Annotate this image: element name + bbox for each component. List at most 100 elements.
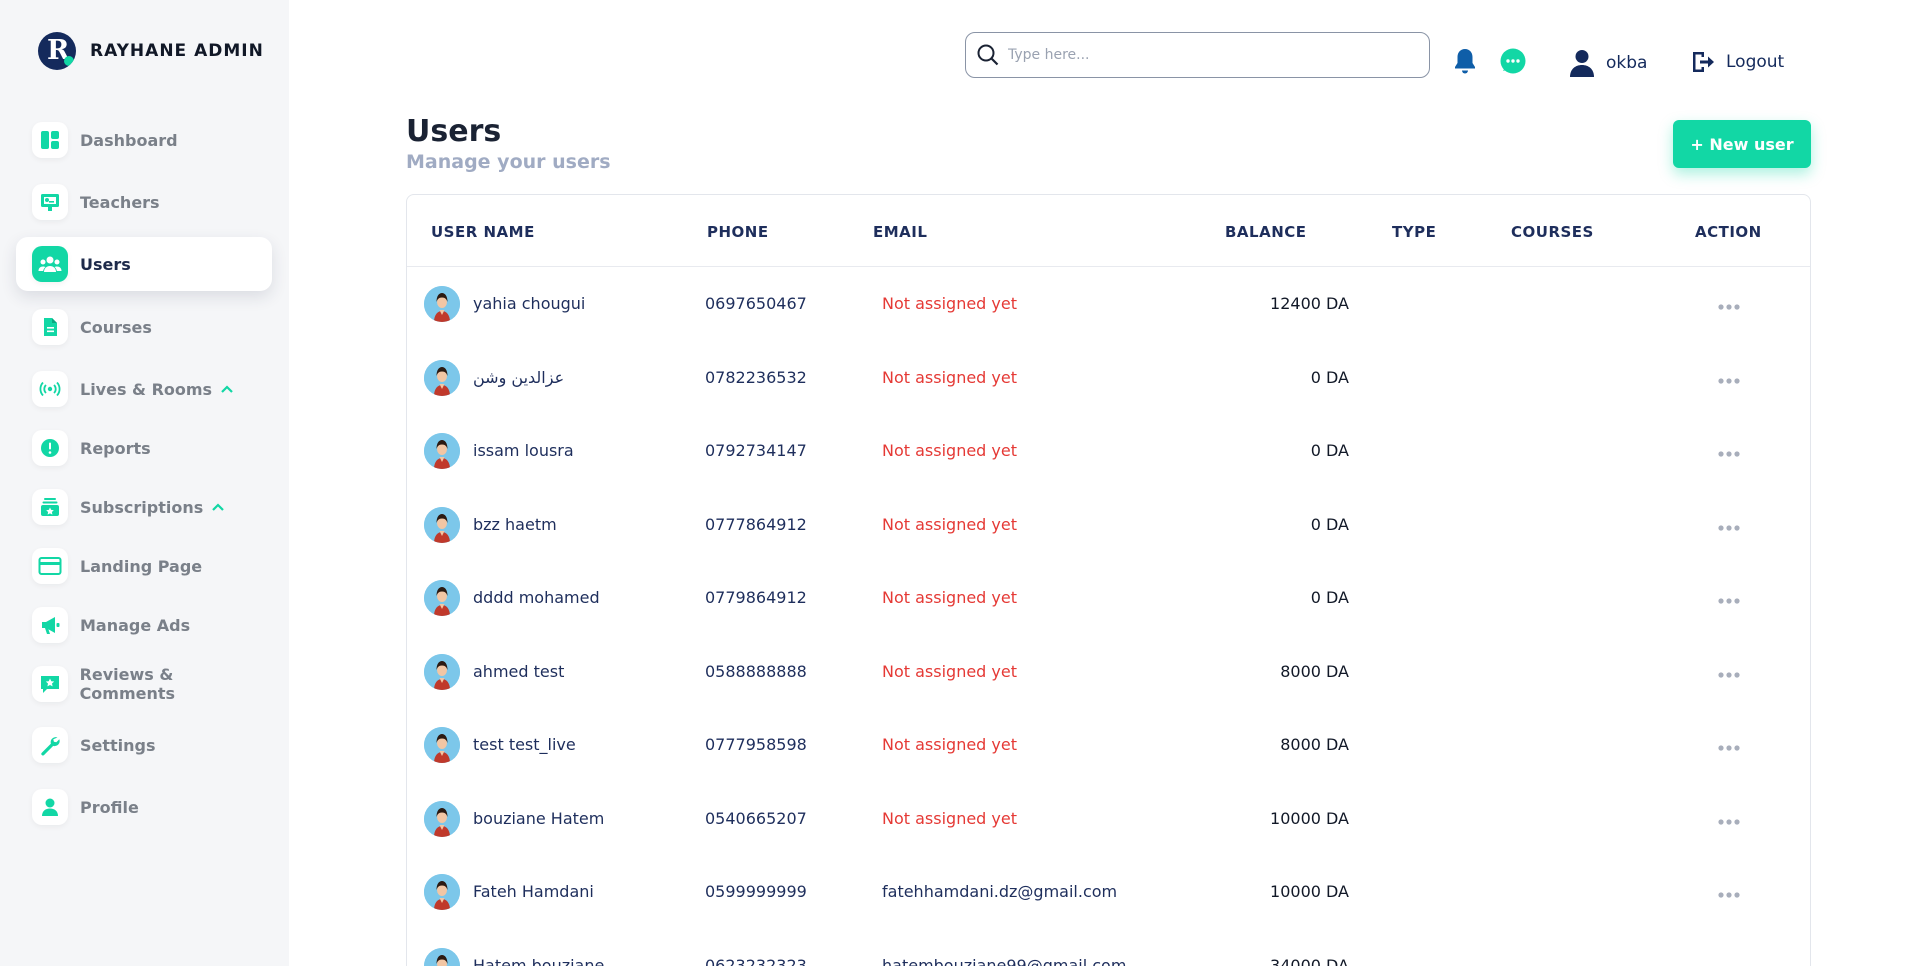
logout-label: Logout	[1726, 52, 1785, 72]
table-row[interactable]: issam lousra 0792734147 Not assigned yet 0 …	[407, 415, 1810, 487]
user-name-cell[interactable]: yahia chougui	[473, 294, 585, 313]
table-row[interactable]: bouziane Hatem 0540665207 Not assigned yet…	[407, 783, 1810, 855]
table-row[interactable]: عزالدين وشن 0782236532 Not assigned yet 0 D…	[407, 342, 1810, 414]
table-row[interactable]: test test_live 0777958598 Not assigned yet…	[407, 709, 1810, 781]
chat-bubble-icon[interactable]	[1499, 47, 1527, 75]
user-name-cell[interactable]: Hatem bouziane	[473, 956, 604, 966]
phone-cell: 0792734147	[705, 441, 807, 460]
brand-logo: R	[38, 32, 76, 70]
sidebar-item-label: Reviews & Comments	[79, 665, 176, 703]
column-header-phone[interactable]: PHONE	[707, 223, 769, 241]
avatar	[424, 286, 460, 322]
avatar	[424, 653, 460, 690]
sidebar-item-reports[interactable]: Reports	[16, 421, 272, 475]
search-input[interactable]	[1008, 47, 1408, 63]
more-actions-icon[interactable]	[1717, 296, 1741, 315]
sidebar-item-teachers[interactable]: Teachers	[16, 175, 272, 229]
logout-icon	[1693, 52, 1714, 72]
sidebar-item-profile[interactable]: Profile	[16, 780, 272, 834]
table-row[interactable]: yahia chougui 0697650467 Not assigned yet 1…	[407, 268, 1810, 340]
email-cell: Not assigned yet	[882, 514, 1018, 534]
sidebar-item-manage-ads[interactable]: Manage Ads	[16, 598, 272, 652]
sidebar-item-reviews-comments[interactable]: Reviews & Comments	[16, 657, 272, 711]
balance-cell: 8000 DA	[1280, 661, 1349, 681]
new-user-button[interactable]: + New user	[1673, 120, 1811, 168]
phone-cell: 0599999999	[705, 882, 807, 901]
logout-button[interactable]: Logout	[1690, 49, 1784, 75]
sidebar-item-label: Settings	[80, 735, 156, 755]
balance-cell: 12400 DA	[1270, 294, 1349, 313]
more-actions-icon[interactable]	[1717, 664, 1741, 683]
user-name-cell[interactable]: issam lousra	[473, 441, 574, 460]
sidebar-item-dashboard[interactable]: Dashboard	[16, 113, 272, 167]
user-icon	[1570, 50, 1594, 77]
user-name-cell[interactable]: Fateh Hamdani	[473, 882, 594, 901]
sidebar-item-label: Dashboard	[80, 130, 178, 150]
user-name-cell[interactable]: bouziane Hatem	[473, 809, 604, 828]
sidebar-item-label: Users	[80, 254, 131, 274]
sidebar-item-users[interactable]: Users	[16, 237, 272, 291]
avatar	[424, 727, 460, 763]
table-row[interactable]: ahmed test 0588888888 Not assigned yet 8000…	[407, 636, 1810, 708]
chevron-up-icon[interactable]	[220, 384, 234, 394]
comment-star-icon	[32, 666, 68, 702]
avatar	[424, 506, 460, 543]
document-icon	[32, 309, 68, 345]
sidebar-item-courses[interactable]: Courses	[16, 300, 272, 354]
user-name-cell[interactable]: dddd mohamed	[473, 588, 600, 607]
broadcast-icon	[32, 371, 68, 407]
more-actions-icon[interactable]	[1717, 811, 1741, 830]
email-cell: Not assigned yet	[882, 294, 1018, 313]
column-header-courses[interactable]: COURSES	[1511, 223, 1594, 241]
user-name-cell[interactable]: ahmed test	[473, 662, 564, 681]
sidebar-item-lives-rooms[interactable]: Lives & Rooms	[16, 362, 272, 416]
column-header-type[interactable]: TYPE	[1392, 223, 1436, 241]
balance-cell: 0 DA	[1310, 441, 1349, 460]
sidebar-item-settings[interactable]: Settings	[16, 718, 272, 772]
table-row[interactable]: Hatem bouziane 0623232323 hatembouziane99@…	[407, 930, 1810, 966]
balance-cell: 8000 DA	[1280, 735, 1349, 754]
brand-name: RAYHANE ADMIN	[90, 41, 264, 61]
sidebar-item-subscriptions[interactable]: Subscriptions	[16, 480, 272, 534]
notification-bell-icon[interactable]	[1452, 47, 1478, 75]
column-header-action: ACTION	[1695, 223, 1762, 241]
balance-cell: 0 DA	[1310, 588, 1349, 607]
user-name-cell[interactable]: bzz haetm	[473, 515, 557, 534]
column-header-user-name[interactable]: USER NAME	[431, 223, 535, 241]
email-cell: Not assigned yet	[882, 588, 1018, 607]
phone-cell: 0777958598	[705, 735, 807, 754]
balance-cell: 34000 DA	[1270, 955, 1349, 966]
more-actions-icon[interactable]	[1717, 370, 1741, 389]
table-row[interactable]: Fateh Hamdani 0599999999 fatehhamdani.dz@g…	[407, 856, 1810, 928]
column-header-balance[interactable]: BALANCE	[1225, 223, 1307, 241]
phone-cell: 0782236532	[705, 367, 807, 387]
subscription-icon	[32, 489, 68, 525]
users-group-icon	[32, 246, 68, 282]
more-actions-icon[interactable]	[1717, 884, 1741, 903]
search-bar[interactable]	[965, 32, 1430, 78]
sidebar-item-landing-page[interactable]: Landing Page	[16, 539, 272, 593]
more-actions-icon[interactable]	[1717, 443, 1741, 462]
more-actions-icon[interactable]	[1717, 958, 1741, 966]
table-row[interactable]: bzz haetm 0777864912 Not assigned yet 0 DA	[407, 489, 1810, 561]
user-menu[interactable]: okba	[1568, 48, 1647, 78]
balance-cell: 0 DA	[1310, 514, 1349, 534]
avatar	[424, 580, 460, 616]
column-header-email[interactable]: EMAIL	[873, 223, 927, 241]
phone-cell: 0697650467	[705, 294, 807, 313]
table-row[interactable]: dddd mohamed 0779864912 Not assigned yet 0 …	[407, 562, 1810, 634]
chevron-up-icon[interactable]	[211, 502, 225, 512]
user-name-cell[interactable]: test test_live	[473, 735, 576, 754]
table-header: USER NAME PHONE EMAIL BALANCE TYPE COURS…	[407, 195, 1810, 267]
sidebar-item-label: Subscriptions	[80, 497, 204, 517]
more-actions-icon[interactable]	[1717, 590, 1741, 609]
user-name-cell[interactable]: عزالدين وشن	[473, 368, 564, 387]
brand[interactable]: R RAYHANE ADMIN	[38, 32, 264, 70]
avatar	[424, 947, 460, 966]
more-actions-icon[interactable]	[1717, 737, 1741, 756]
person-icon	[32, 789, 68, 825]
more-actions-icon[interactable]	[1717, 517, 1741, 536]
sidebar-item-label: Teachers	[80, 192, 160, 212]
sidebar-item-label: Manage Ads	[80, 615, 191, 635]
phone-cell: 0777864912	[705, 514, 807, 534]
